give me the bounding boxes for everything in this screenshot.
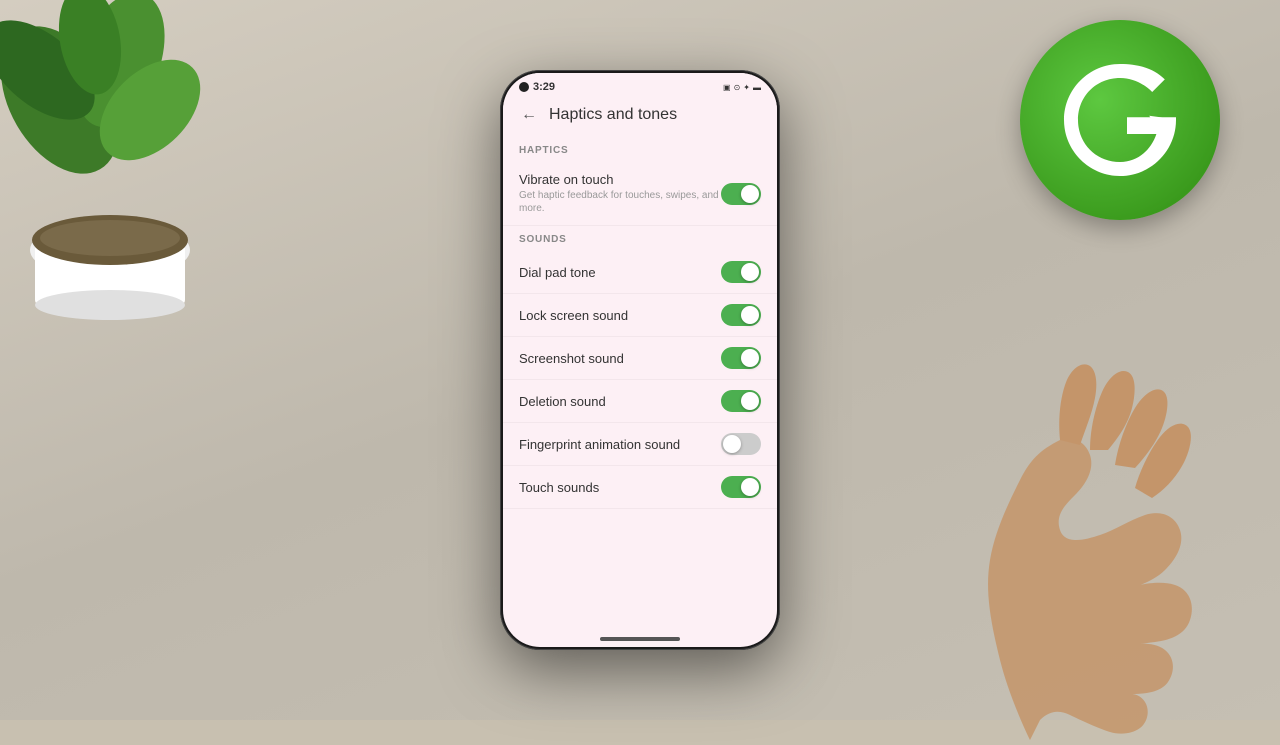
section-label-haptics: HAPTICS bbox=[503, 137, 777, 162]
toggle-knob bbox=[741, 392, 759, 410]
toggle-vibrate-on-touch[interactable] bbox=[721, 183, 761, 205]
setting-screenshot-title: Screenshot sound bbox=[519, 351, 721, 366]
toggle-screenshot-sound[interactable] bbox=[721, 347, 761, 369]
section-label-sounds: SOUNDS bbox=[503, 226, 777, 251]
setting-touch-sounds[interactable]: Touch sounds bbox=[503, 466, 777, 509]
home-indicator[interactable] bbox=[600, 637, 680, 641]
setting-lock-screen-sound[interactable]: Lock screen sound bbox=[503, 294, 777, 337]
app-header: ← Haptics and tones bbox=[503, 97, 777, 137]
setting-screenshot-sound[interactable]: Screenshot sound bbox=[503, 337, 777, 380]
setting-deletion-title: Deletion sound bbox=[519, 394, 721, 409]
setting-touch-title: Touch sounds bbox=[519, 480, 721, 495]
toggle-knob bbox=[723, 435, 741, 453]
back-button[interactable]: ← bbox=[519, 105, 539, 125]
setting-lock-title: Lock screen sound bbox=[519, 308, 721, 323]
page-title: Haptics and tones bbox=[549, 106, 677, 124]
phone-device: 3:29 ▣ ⊙ ✦ ▬ ← Haptics and tones HAPTICS bbox=[500, 70, 780, 650]
green-logo bbox=[1020, 20, 1220, 220]
status-icons: ▣ ⊙ ✦ ▬ bbox=[723, 83, 761, 92]
plant-decoration bbox=[0, 0, 280, 340]
setting-vibrate-subtitle: Get haptic feedback for touches, swipes,… bbox=[519, 189, 721, 215]
phone-body: 3:29 ▣ ⊙ ✦ ▬ ← Haptics and tones HAPTICS bbox=[500, 70, 780, 650]
toggle-fingerprint-sound[interactable] bbox=[721, 433, 761, 455]
setting-dial-text: Dial pad tone bbox=[519, 265, 721, 280]
toggle-lock-screen-sound[interactable] bbox=[721, 304, 761, 326]
toggle-knob bbox=[741, 185, 759, 203]
toggle-dial-pad-tone[interactable] bbox=[721, 261, 761, 283]
setting-fingerprint-title: Fingerprint animation sound bbox=[519, 437, 721, 452]
setting-vibrate-on-touch[interactable]: Vibrate on touch Get haptic feedback for… bbox=[503, 162, 777, 226]
signal-icon: ▣ bbox=[723, 83, 731, 92]
setting-lock-text: Lock screen sound bbox=[519, 308, 721, 323]
toggle-knob bbox=[741, 349, 759, 367]
hand-decoration bbox=[830, 320, 1280, 740]
toggle-touch-sounds[interactable] bbox=[721, 476, 761, 498]
settings-content: HAPTICS Vibrate on touch Get haptic feed… bbox=[503, 137, 777, 629]
setting-touch-text: Touch sounds bbox=[519, 480, 721, 495]
battery-icon: ▬ bbox=[753, 83, 761, 92]
camera-indicator bbox=[519, 82, 529, 92]
wifi-icon: ⊙ bbox=[734, 83, 741, 92]
setting-vibrate-title: Vibrate on touch bbox=[519, 172, 721, 187]
status-bar: 3:29 ▣ ⊙ ✦ ▬ bbox=[503, 73, 777, 97]
clock-time: 3:29 bbox=[533, 81, 555, 93]
setting-deletion-sound[interactable]: Deletion sound bbox=[503, 380, 777, 423]
toggle-knob bbox=[741, 263, 759, 281]
phone-screen: 3:29 ▣ ⊙ ✦ ▬ ← Haptics and tones HAPTICS bbox=[503, 73, 777, 647]
setting-fingerprint-text: Fingerprint animation sound bbox=[519, 437, 721, 452]
status-time-area: 3:29 bbox=[519, 81, 555, 93]
setting-deletion-text: Deletion sound bbox=[519, 394, 721, 409]
toggle-knob bbox=[741, 478, 759, 496]
setting-dial-pad-tone[interactable]: Dial pad tone bbox=[503, 251, 777, 294]
setting-fingerprint-sound[interactable]: Fingerprint animation sound bbox=[503, 423, 777, 466]
toggle-deletion-sound[interactable] bbox=[721, 390, 761, 412]
setting-vibrate-text: Vibrate on touch Get haptic feedback for… bbox=[519, 172, 721, 215]
toggle-knob bbox=[741, 306, 759, 324]
setting-screenshot-text: Screenshot sound bbox=[519, 351, 721, 366]
bluetooth-icon: ✦ bbox=[743, 83, 750, 92]
setting-dial-title: Dial pad tone bbox=[519, 265, 721, 280]
